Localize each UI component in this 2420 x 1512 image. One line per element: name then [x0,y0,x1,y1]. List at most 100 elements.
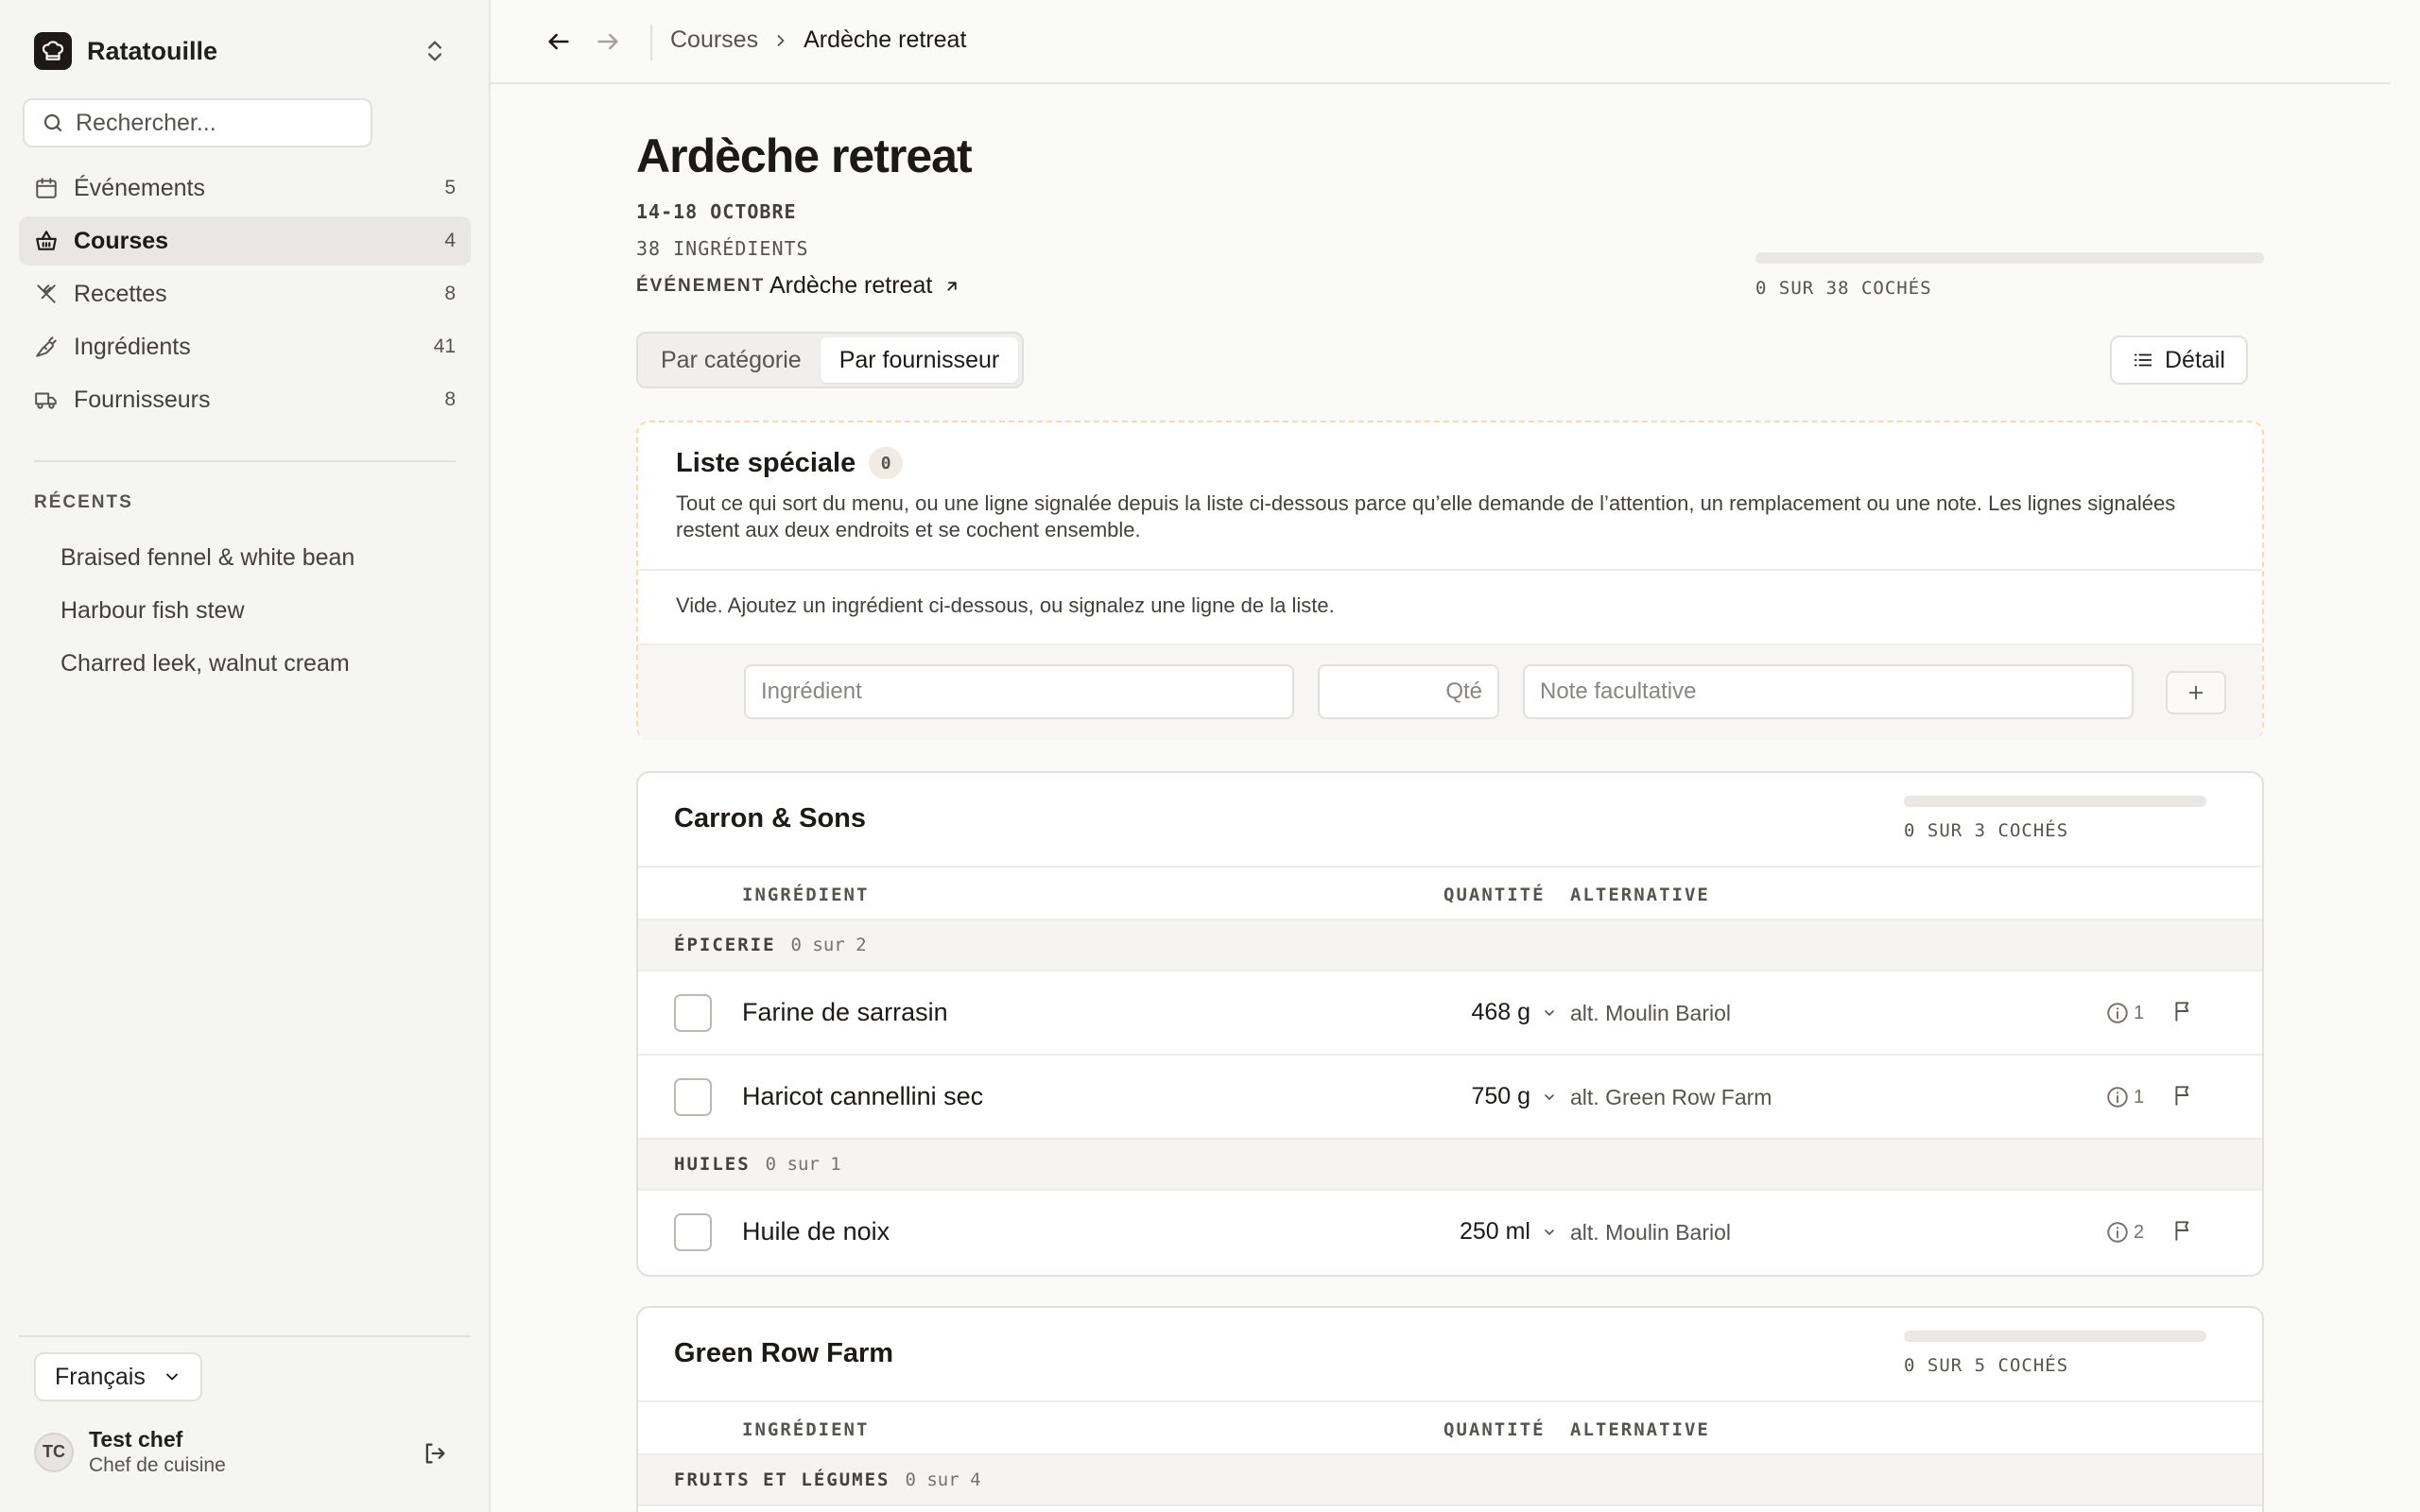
page-title: Ardèche retreat [636,129,973,182]
avatar: TC [34,1432,74,1472]
category-name: HUILES [674,1154,751,1175]
special-list-title: Liste spéciale [676,447,856,478]
sidebar-item-evenements[interactable]: Événements 5 [19,163,471,213]
sidebar-item-ingredients[interactable]: Ingrédients 41 [19,322,471,371]
back-arrow-icon[interactable] [545,28,572,61]
main-content: Courses Ardèche retreat Ardèche retreat … [491,0,2420,1512]
calendar-icon [36,178,57,198]
view-toggle: Par catégorie Par fournisseur [636,332,1025,388]
view-by-supplier-tab[interactable]: Par fournisseur [820,337,1019,383]
sidebar-item-fournisseurs[interactable]: Fournisseurs 8 [19,375,471,424]
language-select-value: Français [55,1363,146,1390]
breadcrumb: Courses Ardèche retreat [670,26,966,54]
workspace-name: Ratatouille [87,36,218,65]
event-link[interactable]: Ardèche retreat [769,272,960,300]
category-name: ÉPICERIE [674,935,776,955]
special-list-empty-state: Vide. Ajoutez un ingrédient ci-dessous, … [676,593,1335,617]
recents-list: Braised fennel & white bean Harbour fish… [60,531,354,690]
info-icon [2107,1087,2128,1108]
item-checkbox[interactable] [674,1213,712,1251]
table-row: Farine de sarrasin 468 g alt. Moulin Bar… [638,971,2262,1056]
quantity-dropdown[interactable]: 468 g [1471,999,1557,1026]
quantity-input[interactable] [1318,664,1499,719]
recent-item[interactable]: Braised fennel & white bean [60,531,354,584]
table-header: INGRÉDIENT QUANTITÉ ALTERNATIVE [638,868,2262,920]
flag-icon[interactable] [2171,999,2196,1030]
special-list-panel: Liste spéciale 0 Tout ce qui sort du men… [636,421,2264,740]
quantity-dropdown[interactable]: 250 ml [1460,1218,1557,1246]
add-item-button[interactable] [2166,671,2226,714]
detail-button-label: Détail [2165,346,2225,373]
sidebar-item-courses[interactable]: Courses 4 [19,216,471,266]
chevron-down-icon [1545,1093,1554,1100]
chevron-right-icon [771,31,790,50]
event-label: ÉVÉNEMENT [636,276,766,296]
overall-progress-bar [1755,252,2264,264]
utensils-icon [37,284,56,303]
breadcrumb-current: Ardèche retreat [804,26,967,53]
info-icon [2107,1003,2128,1023]
recents-heading: RÉCENTS [34,492,133,512]
table-header: INGRÉDIENT QUANTITÉ ALTERNATIVE [638,1402,2262,1455]
user-role: Chef de cuisine [89,1454,226,1476]
plus-icon [2188,685,2204,700]
logout-icon[interactable] [422,1440,448,1473]
item-name: Haricot cannellini sec [742,1082,984,1110]
item-checkbox[interactable] [674,994,712,1032]
breadcrumb-parent[interactable]: Courses [670,26,758,54]
item-info[interactable]: 1 [2105,1001,2144,1025]
ingredient-input[interactable] [744,664,1294,719]
sidebar-item-label: Courses [74,227,169,254]
topbar: Courses Ardèche retreat [491,0,2391,84]
quantity-dropdown[interactable]: 750 g [1471,1083,1557,1110]
list-icon [2134,353,2152,367]
workspace-brand[interactable]: Ratatouille [34,32,217,70]
detail-button[interactable]: Détail [2110,335,2248,385]
table-row: Huile de noix 250 ml alt. Moulin Bariol … [638,1191,2262,1275]
forward-arrow-icon[interactable] [595,28,621,61]
workspace-switcher-icon[interactable] [422,38,448,71]
sidebar-item-count: 4 [444,230,456,251]
item-alternative: alt. Moulin Bariol [1570,1220,1732,1245]
external-link-icon [947,281,957,291]
sidebar-divider [34,460,456,462]
special-list-description: Tout ce qui sort du menu, ou une ligne s… [676,491,2176,541]
supplier-card: Carron & Sons 0 SUR 3 COCHÉS INGRÉDIENT … [636,771,2264,1277]
info-count: 1 [2134,1086,2145,1108]
column-header-alternative: ALTERNATIVE [1570,885,1710,905]
chevron-down-icon [1545,1228,1554,1235]
view-by-category-tab[interactable]: Par catégorie [642,337,821,383]
flag-icon[interactable] [2171,1083,2196,1114]
item-quantity: 250 ml [1459,1218,1530,1245]
item-name: Huile de noix [742,1217,890,1246]
item-info[interactable]: 2 [2105,1220,2144,1245]
category-count: 0 sur 2 [790,935,867,955]
carrot-icon [36,336,57,357]
search-input[interactable] [76,109,359,137]
chef-hat-logo-icon [34,32,72,70]
item-info[interactable]: 1 [2105,1085,2144,1109]
table-row: Haricot cannellini sec 750 g alt. Green … [638,1056,2262,1140]
recent-item[interactable]: Harbour fish stew [60,584,354,637]
item-checkbox[interactable] [674,1078,712,1116]
column-header-quantity: QUANTITÉ [1443,1419,1546,1440]
event-link-label: Ardèche retreat [769,272,933,299]
info-count: 1 [2134,1002,2145,1023]
supplier-progress-text: 0 SUR 5 COCHÉS [1904,1355,2069,1376]
sidebar-footer-divider [19,1335,471,1337]
user-profile: TC Test chef Chef de cuisine [34,1427,226,1477]
note-input[interactable] [1523,664,2134,719]
recent-item[interactable]: Charred leek, walnut cream [60,637,354,690]
item-quantity: 468 g [1471,999,1530,1025]
chevron-down-icon [165,1373,178,1381]
language-select[interactable]: Français [34,1352,202,1401]
category-row: HUILES 0 sur 1 [638,1140,2262,1191]
search-box[interactable] [23,98,372,147]
sidebar: Ratatouille Événements 5 Courses 4 Recet… [0,0,491,1512]
flag-icon[interactable] [2171,1218,2196,1249]
sidebar-item-recettes[interactable]: Recettes 8 [19,269,471,318]
sidebar-item-count: 8 [444,388,456,410]
sidebar-item-label: Recettes [74,280,167,307]
chevron-down-icon [1545,1009,1554,1016]
truck-icon [35,392,57,409]
